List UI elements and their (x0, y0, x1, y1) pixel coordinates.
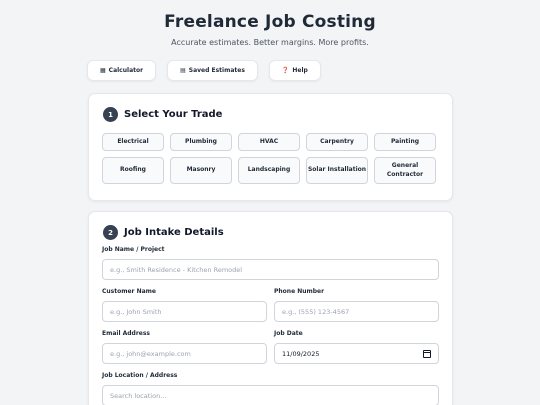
trade-grid: Electrical Plumbing HVAC Carpentry Paint… (89, 122, 452, 184)
page-title: Freelance Job Costing (164, 12, 376, 32)
trade-landscaping-button[interactable]: Landscaping (238, 157, 300, 184)
trade-plumbing-button[interactable]: Plumbing (170, 133, 232, 151)
intake-section-title: Job Intake Details (124, 227, 224, 238)
trade-carpentry-button[interactable]: Carpentry (306, 133, 368, 151)
job-name-label: Job Name / Project (102, 246, 165, 253)
top-nav: ▦ Calculator ▤ Saved Estimates ❓ Help (0, 60, 540, 81)
trade-section: 1 Select Your Trade Electrical Plumbing … (88, 93, 453, 201)
email-group: Email Address e.g., john@example.com (102, 330, 267, 372)
phone-input[interactable]: e.g., (555) 123-4567 (274, 301, 439, 322)
saved-estimates-button[interactable]: ▤ Saved Estimates (167, 60, 258, 81)
job-date-input[interactable]: 11/09/2025 (274, 343, 439, 364)
trade-roofing-button[interactable]: Roofing (102, 157, 164, 184)
job-name-input[interactable]: e.g., Smith Residence - Kitchen Remodel (102, 259, 439, 280)
job-date-label: Job Date (274, 330, 303, 337)
page-header: Freelance Job Costing Accurate estimates… (0, 0, 540, 47)
page-subtitle: Accurate estimates. Better margins. More… (171, 38, 369, 47)
intake-section: 2 Job Intake Details Job Name / Project … (88, 211, 453, 405)
customer-name-label: Customer Name (102, 288, 156, 295)
email-input[interactable]: e.g., john@example.com (102, 343, 267, 364)
calendar-icon[interactable] (423, 349, 431, 358)
location-search-input[interactable]: Search location... (102, 385, 439, 405)
trade-section-title: Select Your Trade (124, 109, 223, 120)
step-badge-2: 2 (103, 225, 118, 240)
calculator-button[interactable]: ▦ Calculator (87, 60, 157, 81)
job-date-value: 11/09/2025 (282, 349, 320, 358)
customer-name-group: Customer Name e.g., John Smith (102, 288, 267, 330)
trade-general-contractor-button[interactable]: General Contractor (374, 157, 436, 184)
location-label: Job Location / Address (102, 372, 178, 379)
trade-electrical-button[interactable]: Electrical (102, 133, 164, 151)
trade-hvac-button[interactable]: HVAC (238, 133, 300, 151)
email-label: Email Address (102, 330, 151, 337)
trade-section-header: 1 Select Your Trade (89, 94, 452, 122)
trade-painting-button[interactable]: Painting (374, 133, 436, 151)
customer-phone-row: Customer Name e.g., John Smith Phone Num… (102, 288, 439, 330)
calculator-label: Calculator (108, 67, 144, 74)
customer-name-input[interactable]: e.g., John Smith (102, 301, 267, 322)
help-label: Help (292, 67, 308, 74)
trade-solar-installation-button[interactable]: Solar Installation (306, 157, 368, 184)
phone-label: Phone Number (274, 288, 325, 295)
step-badge-1: 1 (103, 107, 118, 122)
clipboard-icon: ▤ (180, 67, 186, 74)
job-date-group: Job Date 11/09/2025 (274, 330, 439, 372)
intake-form: Job Name / Project e.g., Smith Residence… (89, 240, 452, 405)
trade-masonry-button[interactable]: Masonry (170, 157, 232, 184)
saved-estimates-label: Saved Estimates (188, 67, 245, 74)
intake-section-header: 2 Job Intake Details (89, 212, 452, 240)
email-date-row: Email Address e.g., john@example.com Job… (102, 330, 439, 372)
help-button[interactable]: ❓ Help (268, 60, 321, 81)
phone-group: Phone Number e.g., (555) 123-4567 (274, 288, 439, 330)
question-icon: ❓ (281, 67, 290, 74)
calculator-icon: ▦ (100, 67, 106, 74)
